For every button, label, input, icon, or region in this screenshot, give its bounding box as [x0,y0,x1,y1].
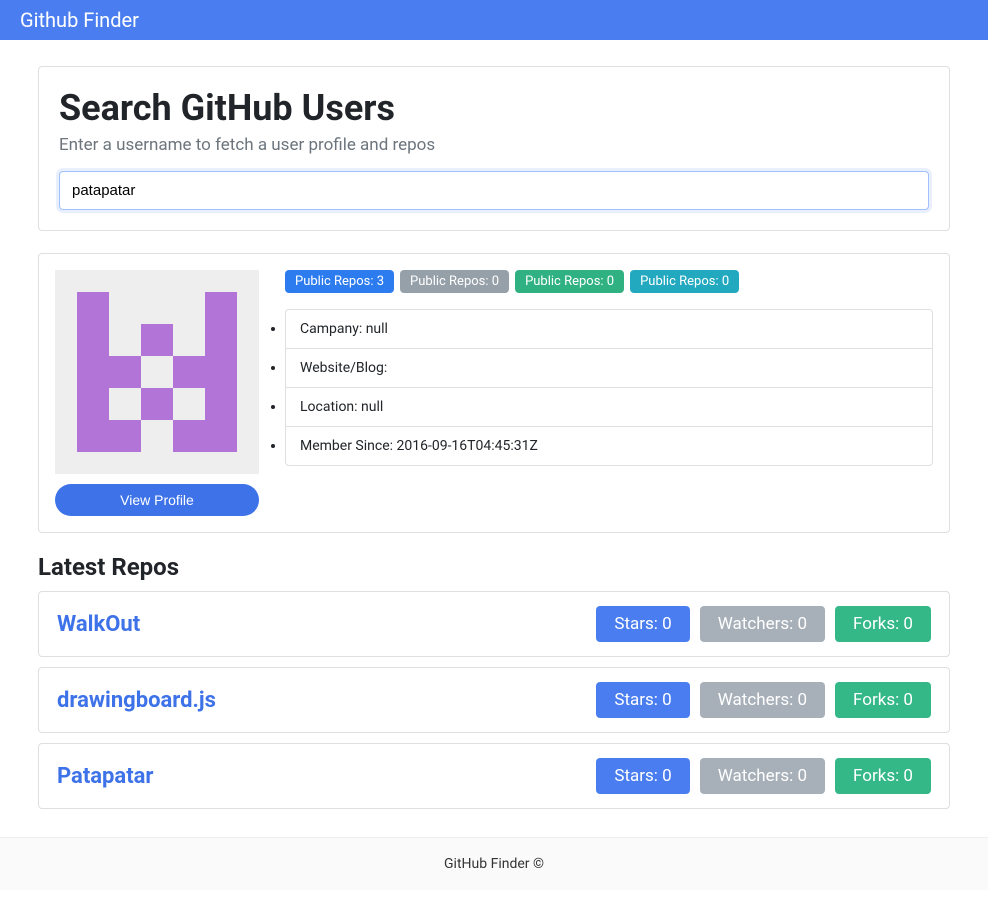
detail-website: Website/Blog: [286,349,932,388]
repo-link[interactable]: drawingboard.js [57,688,216,713]
identicon-icon [77,292,237,452]
detail-company: Campany: null [286,310,932,349]
repo-card: WalkOut Stars: 0 Watchers: 0 Forks: 0 [38,591,950,657]
repo-watchers-badge: Watchers: 0 [700,682,825,718]
avatar [55,270,259,474]
search-lead: Enter a username to fetch a user profile… [59,135,929,155]
profile-details-list: Campany: null Website/Blog: Location: nu… [285,309,933,466]
view-profile-button[interactable]: View Profile [55,484,259,516]
repo-stars-badge: Stars: 0 [596,758,689,794]
search-input[interactable] [59,171,929,210]
repo-card: Patapatar Stars: 0 Watchers: 0 Forks: 0 [38,743,950,809]
footer-text: GitHub Finder © [444,856,544,872]
repo-stars-badge: Stars: 0 [596,682,689,718]
repo-stars-badge: Stars: 0 [596,606,689,642]
latest-repos-heading: Latest Repos [38,553,950,581]
repo-watchers-badge: Watchers: 0 [700,758,825,794]
badge-stat-4: Public Repos: 0 [630,270,739,293]
profile-card: View Profile Public Repos: 3 Public Repo… [38,253,950,533]
navbar: Github Finder [0,0,988,40]
detail-location: Location: null [286,388,932,427]
repo-forks-badge: Forks: 0 [835,682,931,718]
repo-watchers-badge: Watchers: 0 [700,606,825,642]
navbar-brand[interactable]: Github Finder [20,8,139,32]
repo-forks-badge: Forks: 0 [835,606,931,642]
badge-stat-2: Public Repos: 0 [400,270,509,293]
search-card: Search GitHub Users Enter a username to … [38,66,950,231]
repo-link[interactable]: Patapatar [57,764,153,789]
detail-member-since: Member Since: 2016-09-16T04:45:31Z [286,427,932,465]
repo-card: drawingboard.js Stars: 0 Watchers: 0 For… [38,667,950,733]
footer: GitHub Finder © [0,837,988,890]
badge-public-repos: Public Repos: 3 [285,270,394,293]
repo-link[interactable]: WalkOut [57,612,140,637]
repo-forks-badge: Forks: 0 [835,758,931,794]
badge-stat-3: Public Repos: 0 [515,270,624,293]
profile-badges: Public Repos: 3 Public Repos: 0 Public R… [285,270,933,293]
search-title: Search GitHub Users [59,87,929,129]
